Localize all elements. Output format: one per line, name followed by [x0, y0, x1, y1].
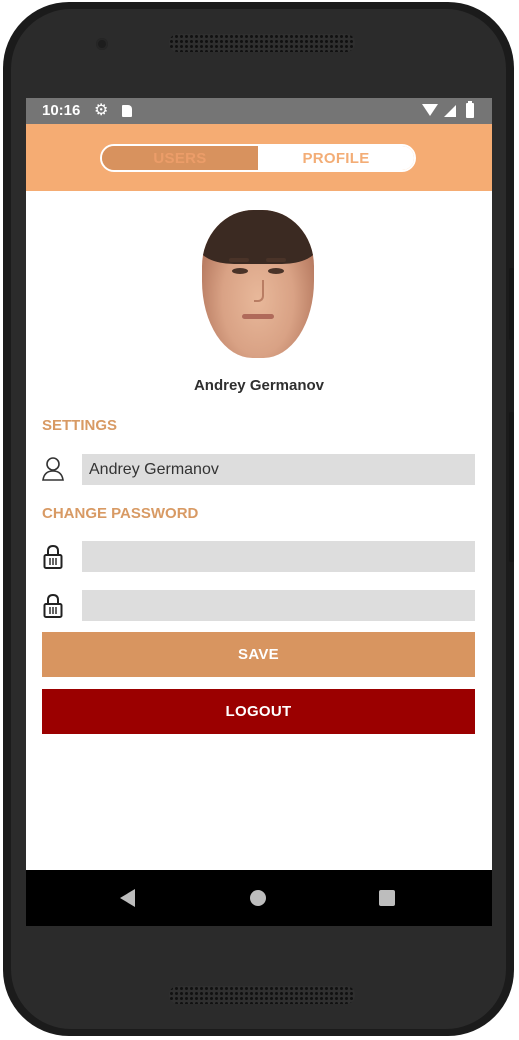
tab-users[interactable]: USERS — [102, 146, 258, 170]
lock-icon — [43, 544, 63, 569]
lock-icon — [43, 593, 63, 618]
front-camera — [96, 38, 108, 50]
earpiece-speaker — [169, 34, 355, 52]
app-screen: 10:16 ⚙ USERS PROFILE Andrey Germanov SE… — [26, 98, 492, 926]
logout-button[interactable]: LOGOUT — [42, 689, 475, 734]
back-icon[interactable] — [120, 889, 135, 907]
volume-button — [509, 268, 514, 340]
user-icon — [42, 457, 64, 481]
avatar[interactable] — [202, 210, 314, 358]
name-field[interactable] — [82, 454, 475, 485]
app-header: USERS PROFILE — [26, 124, 492, 191]
power-button — [509, 412, 514, 562]
password-field[interactable] — [82, 541, 475, 572]
recents-icon[interactable] — [379, 890, 395, 906]
signal-icon — [444, 105, 456, 117]
save-button[interactable]: SAVE — [42, 632, 475, 677]
bottom-speaker — [169, 986, 355, 1004]
gear-icon: ⚙ — [94, 102, 109, 119]
confirm-password-field[interactable] — [82, 590, 475, 621]
sd-card-icon — [122, 105, 132, 117]
wifi-icon — [422, 104, 438, 116]
profile-name: Andrey Germanov — [193, 377, 325, 394]
status-time: 10:16 — [42, 102, 81, 119]
settings-title: SETTINGS — [42, 417, 118, 434]
battery-icon — [466, 101, 474, 118]
tab-profile[interactable]: PROFILE — [258, 146, 414, 170]
change-password-title: CHANGE PASSWORD — [42, 505, 199, 522]
navigation-bar — [26, 870, 492, 926]
status-bar: 10:16 ⚙ — [26, 98, 492, 124]
tab-switcher: USERS PROFILE — [100, 144, 416, 172]
home-icon[interactable] — [250, 890, 266, 906]
